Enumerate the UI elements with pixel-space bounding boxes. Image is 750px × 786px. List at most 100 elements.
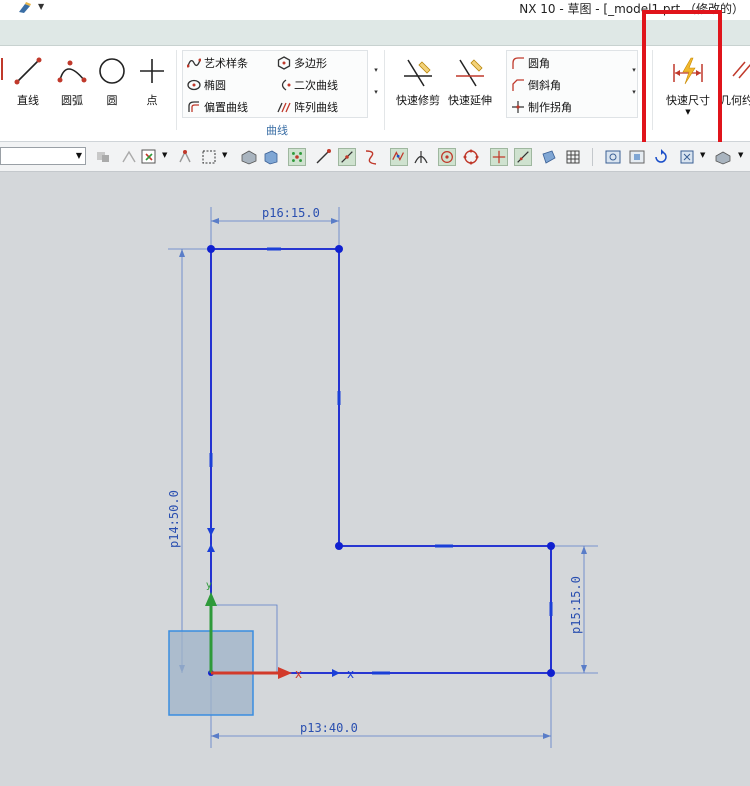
dimension-p13[interactable]: p13:40.0: [210, 677, 552, 748]
rotate-icon[interactable]: [652, 148, 670, 166]
geometric-constraint-button[interactable]: 几何约: [720, 50, 750, 107]
conic-label: 二次曲线: [294, 79, 338, 92]
parallel-constraint-marks: [209, 247, 553, 675]
quick-trim-icon: [404, 59, 432, 87]
ellipse-label: 椭圆: [204, 79, 226, 92]
point-button[interactable]: 点: [130, 50, 174, 107]
control-point-icon[interactable]: [362, 148, 380, 166]
offset-curve-icon: [188, 101, 199, 112]
x-marker-icon: x: [347, 667, 354, 681]
chamfer-icon: [512, 79, 524, 91]
line-button-label: 直线: [17, 94, 39, 107]
box-select-icon[interactable]: [200, 148, 218, 166]
point-on-curve-icon[interactable]: [514, 148, 532, 166]
arc-button-label: 圆弧: [61, 94, 83, 107]
conic-item[interactable]: 二次曲线: [277, 77, 338, 97]
tangent-icon[interactable]: [412, 148, 430, 166]
corner-gallery: 圆角 倒斜角 制作拐角 ▾ ▾: [506, 50, 638, 118]
sketch-profile[interactable]: [210, 248, 552, 674]
make-corner-item[interactable]: 制作拐角: [511, 99, 572, 119]
chevron-down-icon: ▼: [75, 151, 82, 160]
line-button[interactable]: 直线: [6, 50, 50, 107]
geometric-constraint-label: 几何约: [720, 94, 750, 107]
quadrant-icon[interactable]: [462, 148, 480, 166]
ellipse-item[interactable]: 椭圆: [187, 77, 226, 97]
spline-icon: [187, 58, 201, 68]
arc-icon: [57, 60, 87, 83]
curve-group-label: 曲线: [266, 124, 288, 137]
render-dropdown-icon[interactable]: ▼: [738, 151, 743, 159]
ellipse-icon: [187, 79, 201, 91]
fillet-icon: [512, 57, 524, 69]
sketch-area[interactable]: p16:15.0 p14:50.0 p15:15.0 p13:40.0 x x …: [0, 172, 750, 786]
corner-scroll-icon[interactable]: ▾ ▾: [629, 59, 639, 103]
highlight-annotation: [642, 10, 722, 152]
line-icon: [14, 57, 42, 85]
select-all-icon[interactable]: [140, 148, 158, 166]
point-on-face-icon[interactable]: [540, 148, 558, 166]
midpoint-icon[interactable]: [338, 148, 356, 166]
offset-curve-label: 偏置曲线: [204, 101, 248, 114]
quick-extend-icon: [456, 59, 484, 87]
solid-body-icon[interactable]: [240, 148, 258, 166]
dimension-p14-label: p14:50.0: [167, 490, 181, 548]
offset-curve-item[interactable]: 偏置曲线: [187, 99, 248, 119]
pattern-curve-icon: [277, 102, 291, 113]
arc-button[interactable]: 圆弧: [50, 50, 94, 107]
studio-spline-item[interactable]: 艺术样条: [187, 55, 248, 75]
snap-point-icon[interactable]: [176, 148, 194, 166]
ribbon: 直线 圆弧 圆 点 艺术样条 椭圆 偏置曲线 多边形 二次曲线 阵列曲线 ▾ ▾…: [0, 46, 750, 142]
box-select-dropdown-icon[interactable]: ▼: [222, 151, 227, 159]
dimension-p15-label: p15:15.0: [569, 576, 583, 634]
filter-icon[interactable]: [94, 148, 112, 166]
studio-spline-label: 艺术样条: [204, 57, 248, 70]
graphics-window[interactable]: p16:15.0 p14:50.0 p15:15.0 p13:40.0 x x …: [0, 172, 750, 786]
grid-icon[interactable]: [564, 148, 582, 166]
view-orientation-icon[interactable]: [678, 148, 696, 166]
dimension-p15[interactable]: p15:15.0: [554, 545, 598, 674]
pattern-curve-item[interactable]: 阵列曲线: [277, 99, 338, 119]
dimension-p13-label: p13:40.0: [300, 721, 358, 735]
intersection-icon[interactable]: [390, 148, 408, 166]
endpoint-icon[interactable]: [314, 148, 332, 166]
polygon-item[interactable]: 多边形: [277, 55, 327, 75]
polygon-icon: [277, 56, 291, 70]
svg-text:x: x: [295, 667, 302, 681]
sketch-vertices[interactable]: [207, 245, 555, 677]
circle-button-label: 圆: [106, 94, 118, 107]
dimension-p14[interactable]: p14:50.0: [167, 248, 208, 673]
type-filter-dropdown[interactable]: ▼: [0, 147, 86, 165]
snap-grid-icon[interactable]: [288, 148, 306, 166]
curve-gallery: 艺术样条 椭圆 偏置曲线 多边形 二次曲线 阵列曲线 ▾ ▾: [182, 50, 378, 119]
quick-access-icon[interactable]: [18, 2, 32, 14]
polygon-label: 多边形: [294, 57, 327, 70]
selection-toolbar: ▼ ▼ ▼ ▼ ▼: [0, 142, 750, 172]
make-corner-label: 制作拐角: [528, 101, 572, 114]
zoom-icon[interactable]: [628, 148, 646, 166]
gallery-scroll-icon[interactable]: ▾ ▾: [371, 59, 381, 103]
view-dropdown-icon[interactable]: ▼: [700, 151, 705, 159]
chamfer-label: 倒斜角: [528, 79, 561, 92]
arc-center-icon[interactable]: [438, 148, 456, 166]
dimension-p16-label: p16:15.0: [262, 206, 320, 220]
geometric-constraint-icon: [732, 61, 750, 79]
select-dropdown-icon[interactable]: ▼: [162, 151, 167, 159]
existing-point-icon[interactable]: [490, 148, 508, 166]
pattern-curve-label: 阵列曲线: [294, 101, 338, 114]
quick-trim-button[interactable]: 快速修剪: [394, 50, 442, 107]
fit-view-icon[interactable]: [604, 148, 622, 166]
ribbon-tab-strip: [0, 20, 750, 46]
dimension-p16[interactable]: p16:15.0: [210, 206, 340, 245]
snap-filter-icon[interactable]: [120, 148, 138, 166]
fillet-item[interactable]: 圆角: [511, 55, 550, 75]
point-button-label: 点: [146, 94, 158, 107]
fillet-label: 圆角: [528, 57, 550, 70]
quick-access-dropdown-icon[interactable]: ▼: [38, 2, 44, 11]
title-bar: ▼ NX 10 - 草图 - [_model1.prt （修改的）: [0, 0, 750, 20]
circle-button[interactable]: 圆: [90, 50, 134, 107]
make-corner-icon: [512, 101, 524, 113]
render-style-icon[interactable]: [714, 148, 732, 166]
chamfer-item[interactable]: 倒斜角: [511, 77, 561, 97]
face-icon[interactable]: [262, 148, 280, 166]
quick-extend-button[interactable]: 快速延伸: [446, 50, 494, 107]
